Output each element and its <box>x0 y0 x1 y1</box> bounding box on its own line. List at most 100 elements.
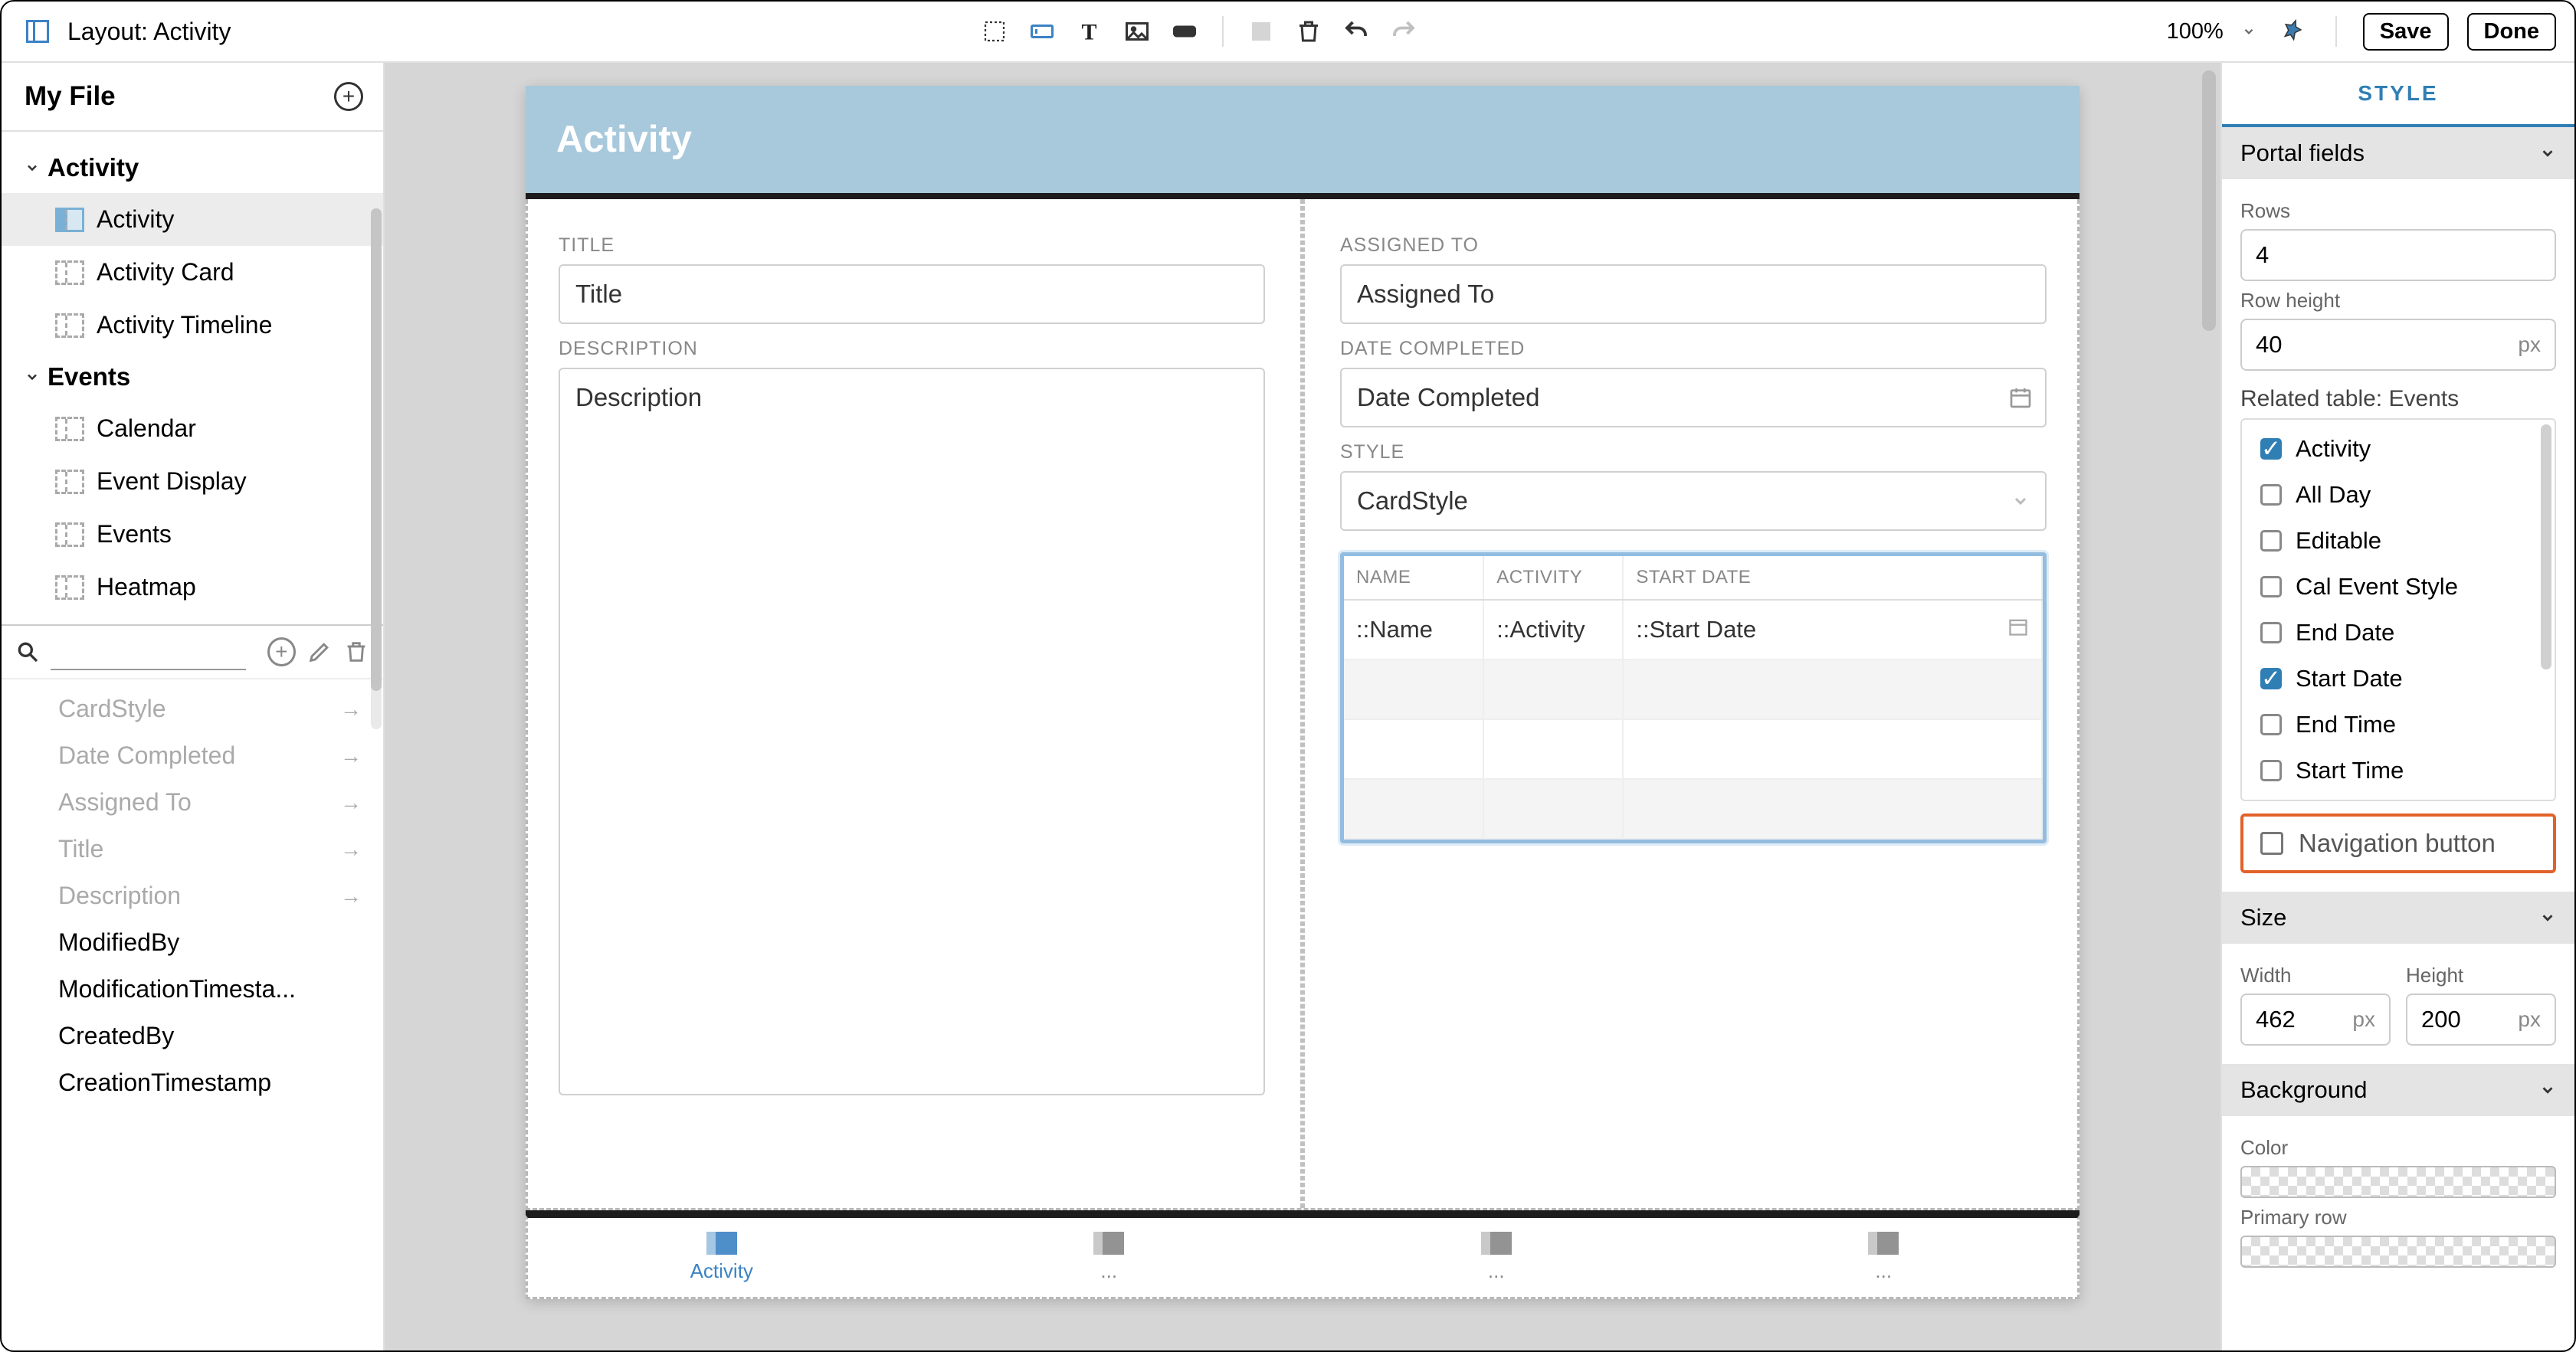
description-field[interactable]: Description <box>559 368 1265 1095</box>
tree-item-activity[interactable]: Activity <box>2 193 383 246</box>
portal-col-startdate: START DATE <box>1623 556 2042 600</box>
add-layout-button[interactable]: + <box>334 82 363 111</box>
delete-icon[interactable] <box>1291 14 1326 49</box>
portal[interactable]: NAME ACTIVITY START DATE ::Name ::Activi… <box>1340 552 2047 843</box>
chevron-down-icon <box>2011 492 2030 510</box>
check-enddate[interactable]: End Date <box>2242 610 2555 656</box>
file-title: My File <box>25 81 116 112</box>
field-cardstyle[interactable]: CardStyle→ <box>2 686 383 732</box>
tree-item-event-display[interactable]: Event Display <box>2 455 383 508</box>
title-field[interactable]: Title <box>559 264 1265 324</box>
toolbar-separator <box>1222 16 1224 47</box>
rows-label: Rows <box>2240 199 2556 223</box>
height-input[interactable]: 200px <box>2406 994 2556 1046</box>
field-modification-timestamp[interactable]: ModificationTimesta... <box>2 966 383 1013</box>
tab-bar: Activity ... ... ... <box>526 1215 2079 1299</box>
tab-3[interactable]: ... <box>1303 1218 1690 1297</box>
section-size[interactable]: Size <box>2222 892 2574 944</box>
column-divider[interactable] <box>1300 199 1305 1208</box>
tree-item-calendar[interactable]: Calendar <box>2 402 383 455</box>
related-table-label: Related table: Events <box>2240 386 2556 412</box>
tree-item-activity-timeline[interactable]: Activity Timeline <box>2 299 383 352</box>
color-swatch[interactable] <box>2240 1166 2556 1198</box>
field-createdby[interactable]: CreatedBy <box>2 1013 383 1059</box>
zoom-chevron-icon[interactable] <box>2242 25 2256 38</box>
save-button[interactable]: Save <box>2363 13 2449 51</box>
checklist-scrollbar[interactable] <box>2541 424 2551 669</box>
navigation-button-toggle[interactable]: Navigation button <box>2240 813 2556 873</box>
check-caleventstyle[interactable]: Cal Event Style <box>2242 564 2555 610</box>
primary-row-swatch[interactable] <box>2240 1236 2556 1268</box>
zoom-label[interactable]: 100% <box>2167 19 2224 44</box>
field-tool-icon[interactable] <box>1024 14 1060 49</box>
theme-icon[interactable] <box>2274 14 2309 49</box>
edit-field-icon[interactable] <box>306 639 333 665</box>
completed-label: DATE COMPLETED <box>1340 338 2047 360</box>
portal-row-empty[interactable] <box>1344 779 2042 839</box>
tab-activity[interactable]: Activity <box>528 1218 916 1297</box>
top-toolbar: Layout: Activity T 100% Save Done <box>2 2 2574 63</box>
layout-icon <box>20 14 55 49</box>
check-allday[interactable]: All Day <box>2242 472 2555 518</box>
button-tool-icon[interactable] <box>1167 14 1202 49</box>
assigned-field[interactable]: Assigned To <box>1340 264 2047 324</box>
image-tool-icon[interactable] <box>1119 14 1155 49</box>
align-tool-icon[interactable] <box>1244 14 1279 49</box>
canvas-area[interactable]: Activity TITLE Title DESCRIPTION Descrip… <box>385 63 2220 1350</box>
sidebar-scrollbar[interactable] <box>371 208 382 729</box>
svg-text:T: T <box>1081 20 1096 45</box>
portal-row-empty[interactable] <box>1344 719 2042 779</box>
field-date-completed[interactable]: Date Completed→ <box>2 732 383 779</box>
canvas-scrollbar[interactable] <box>2202 70 2216 331</box>
portal-fields-list: ✓Activity All Day Editable Cal Event Sty… <box>2240 418 2556 801</box>
field-creation-timestamp[interactable]: CreationTimestamp <box>2 1059 383 1106</box>
check-activity[interactable]: ✓Activity <box>2242 426 2555 472</box>
field-modifiedby[interactable]: ModifiedBy <box>2 919 383 966</box>
tree-item-heatmap[interactable]: Heatmap <box>2 561 383 614</box>
layout-canvas[interactable]: Activity TITLE Title DESCRIPTION Descrip… <box>526 86 2079 1299</box>
inspector-panel: STYLE Portal fields Rows 4 Row height 40… <box>2220 63 2574 1350</box>
fields-panel: + CardStyle→ Date Completed→ Assigned To… <box>2 624 383 1112</box>
section-background[interactable]: Background <box>2222 1064 2574 1116</box>
style-label: STYLE <box>1340 441 2047 463</box>
search-icon[interactable] <box>15 640 40 664</box>
undo-icon[interactable] <box>1339 14 1374 49</box>
delete-field-icon[interactable] <box>343 639 369 665</box>
portal-col-activity: ACTIVITY <box>1483 556 1623 600</box>
left-sidebar: My File + Activity Activity Activity Car… <box>2 63 385 1350</box>
check-endtime[interactable]: End Time <box>2242 702 2555 748</box>
select-tool-icon[interactable] <box>977 14 1012 49</box>
rowheight-input[interactable]: 40px <box>2240 319 2556 371</box>
page-header[interactable]: Activity <box>526 86 2079 193</box>
check-starttime[interactable]: Start Time <box>2242 748 2555 794</box>
tab-4[interactable]: ... <box>1690 1218 2078 1297</box>
add-field-button[interactable]: + <box>267 637 296 666</box>
check-editable[interactable]: Editable <box>2242 518 2555 564</box>
field-search[interactable] <box>51 633 246 670</box>
tree-item-activity-card[interactable]: Activity Card <box>2 246 383 299</box>
tree-item-events[interactable]: Events <box>2 508 383 561</box>
portal-row[interactable]: ::Name ::Activity ::Start Date <box>1344 600 2042 660</box>
field-title[interactable]: Title→ <box>2 826 383 872</box>
calendar-icon <box>2008 385 2033 410</box>
rows-input[interactable]: 4 <box>2240 229 2556 281</box>
section-portal-fields[interactable]: Portal fields <box>2222 127 2574 179</box>
assigned-label: ASSIGNED TO <box>1340 234 2047 257</box>
tab-2[interactable]: ... <box>916 1218 1303 1297</box>
tree-group-events[interactable]: Events <box>2 352 383 402</box>
check-startdate[interactable]: ✓Start Date <box>2242 656 2555 702</box>
field-description[interactable]: Description→ <box>2 872 383 919</box>
width-input[interactable]: 462px <box>2240 994 2391 1046</box>
style-field[interactable]: CardStyle <box>1340 471 2047 531</box>
inspector-tab-style[interactable]: STYLE <box>2222 63 2574 127</box>
done-button[interactable]: Done <box>2467 13 2557 51</box>
text-tool-icon[interactable]: T <box>1072 14 1107 49</box>
field-assigned-to[interactable]: Assigned To→ <box>2 779 383 826</box>
completed-field[interactable]: Date Completed <box>1340 368 2047 427</box>
description-label: DESCRIPTION <box>559 338 1265 360</box>
tree-group-activity[interactable]: Activity <box>2 142 383 193</box>
part-separator[interactable] <box>526 193 2079 199</box>
redo-icon[interactable] <box>1386 14 1421 49</box>
rowheight-label: Row height <box>2240 289 2556 313</box>
portal-row-empty[interactable] <box>1344 660 2042 719</box>
